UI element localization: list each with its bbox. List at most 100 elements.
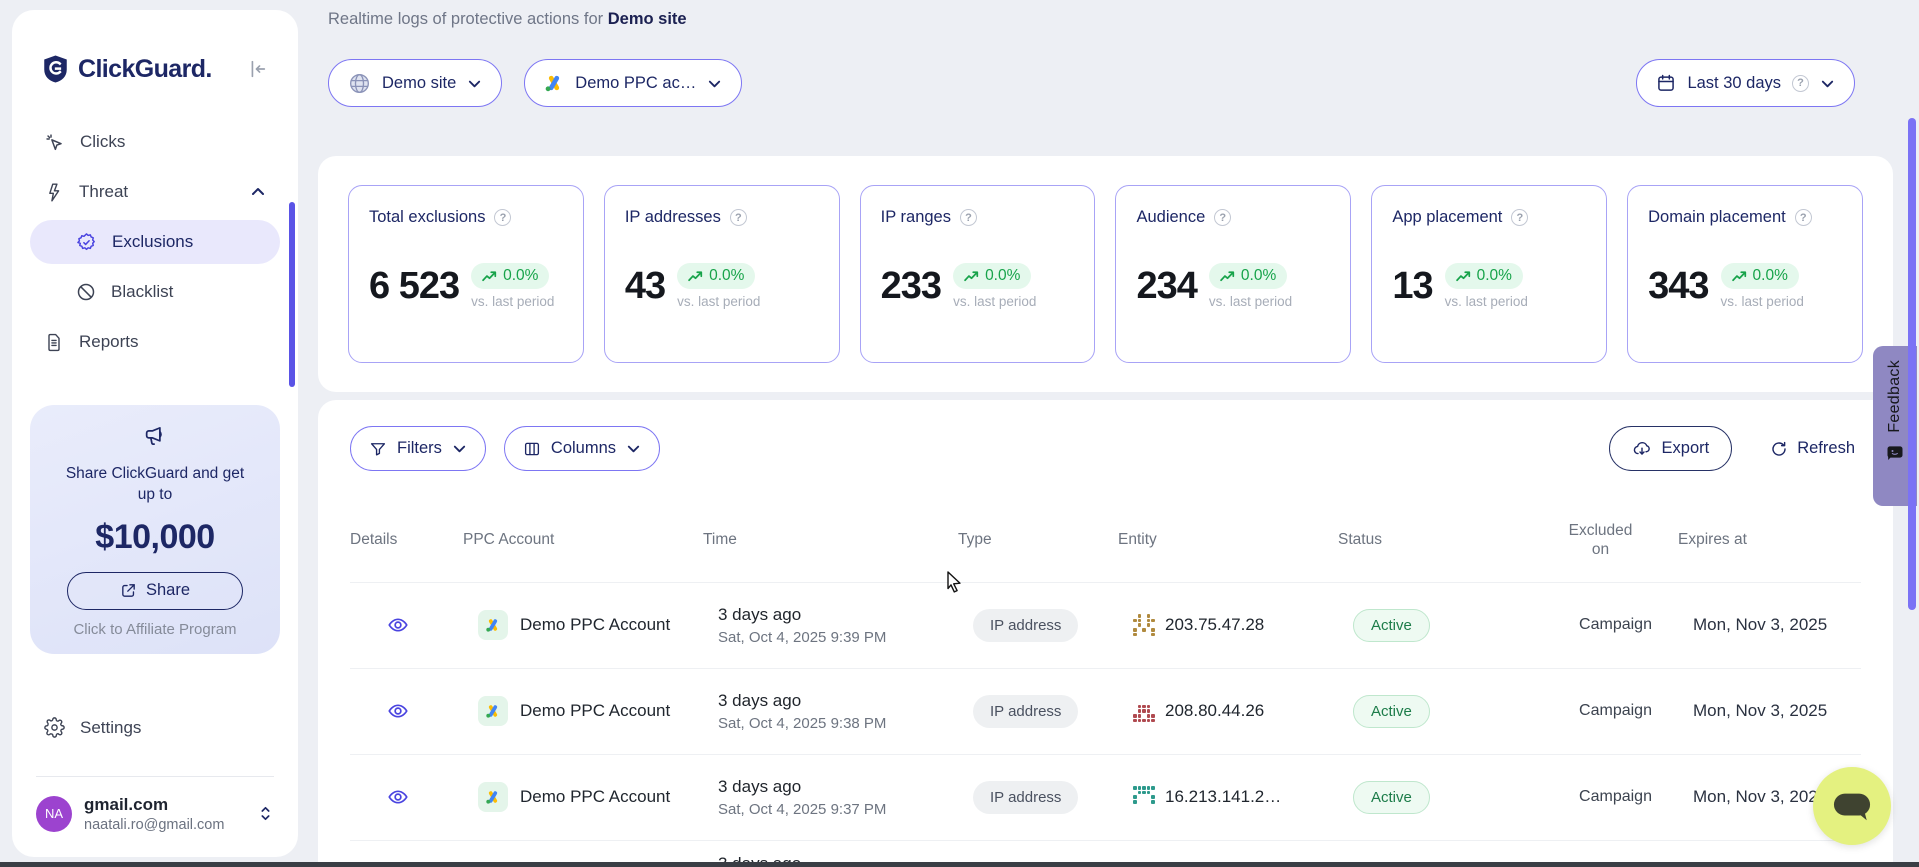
stat-caption: vs. last period	[677, 294, 760, 309]
sidebar-scrollbar-thumb[interactable]	[289, 202, 295, 387]
gear-icon	[44, 717, 65, 738]
sidebar-item-blacklist[interactable]: Blacklist	[30, 270, 280, 314]
google-ads-icon	[544, 73, 564, 93]
stat-value: 13	[1392, 265, 1432, 308]
column-header-excluded-on[interactable]: Excluded on	[1565, 521, 1637, 560]
promo-footnote[interactable]: Click to Affiliate Program	[42, 621, 268, 638]
help-circle-icon: ?	[1214, 209, 1231, 226]
entity-identicon	[1133, 614, 1155, 636]
subtitle-text: Realtime logs of protective actions for	[328, 10, 603, 28]
chat-widget-button[interactable]	[1813, 767, 1891, 845]
chevron-down-icon	[626, 441, 641, 456]
page-subtitle: Realtime logs of protective actions for …	[328, 10, 1919, 29]
stat-label: Domain placement	[1648, 208, 1786, 227]
date-range-label: Last 30 days	[1687, 74, 1781, 93]
stat-caption: vs. last period	[953, 294, 1036, 309]
column-header-type[interactable]: Type	[958, 531, 1118, 549]
row-excluded-on: Campaign	[1538, 788, 1693, 806]
stat-value: 233	[881, 265, 941, 308]
refresh-button[interactable]: Refresh	[1764, 426, 1861, 471]
chevron-down-icon	[1820, 76, 1835, 91]
sidebar-collapse-button[interactable]	[246, 58, 268, 80]
stat-caption: vs. last period	[471, 294, 554, 309]
filters-label: Filters	[397, 439, 442, 458]
row-entity: 203.75.47.28	[1165, 615, 1264, 635]
row-ppc-account: Demo PPC Account	[520, 615, 670, 635]
row-time-relative: 3 days ago	[718, 605, 973, 625]
export-label: Export	[1662, 439, 1710, 458]
row-status-badge: Active	[1353, 609, 1430, 642]
export-button[interactable]: Export	[1609, 426, 1733, 471]
share-button[interactable]: Share	[67, 572, 243, 610]
date-range-dropdown[interactable]: Last 30 days ?	[1636, 59, 1855, 107]
ban-icon	[76, 282, 96, 302]
row-details-button[interactable]	[365, 786, 409, 808]
row-entity: 16.213.141.2…	[1165, 787, 1281, 807]
trend-up-icon	[964, 271, 979, 282]
trend-up-icon	[688, 271, 703, 282]
page-scrollbar-thumb[interactable]	[1908, 118, 1916, 610]
stat-label: Total exclusions	[369, 208, 485, 227]
row-type-badge: IP address	[973, 609, 1078, 642]
row-details-button[interactable]	[365, 700, 409, 722]
chevron-up-icon	[250, 184, 266, 200]
sidebar-item-exclusions[interactable]: Exclusions	[30, 220, 280, 264]
feedback-label: Feedback	[1886, 360, 1904, 433]
stat-card-app-placement: App placement? 13 0.0% vs. last period	[1371, 185, 1607, 363]
row-ppc-account: Demo PPC Account	[520, 787, 670, 807]
chevron-down-icon	[467, 76, 482, 91]
logo: ClickGuard.	[30, 54, 280, 84]
column-header-entity[interactable]: Entity	[1118, 531, 1338, 549]
row-type-badge: IP address	[973, 695, 1078, 728]
column-header-time[interactable]: Time	[703, 531, 958, 549]
table-row: Demo PPC Account 3 days agoSat, Oct 4, 2…	[350, 669, 1861, 755]
trend-up-icon	[482, 271, 497, 282]
row-status-badge: Active	[1353, 695, 1430, 728]
table-row: Demo PPC Account 3 days agoSat, Oct 4, 2…	[350, 755, 1861, 841]
stat-caption: vs. last period	[1721, 294, 1804, 309]
account-name: gmail.com	[84, 795, 224, 815]
help-circle-icon: ?	[960, 209, 977, 226]
site-selector-label: Demo site	[382, 74, 456, 93]
table-toolbar: Filters Columns	[350, 426, 1861, 471]
avatar: NA	[36, 796, 72, 832]
sidebar-item-threat[interactable]: Threat	[30, 170, 280, 214]
stat-value: 343	[1648, 265, 1708, 308]
stat-card-domain-placement: Domain placement? 343 0.0% vs. last peri…	[1627, 185, 1863, 363]
logs-table-panel: Filters Columns	[318, 400, 1893, 867]
affiliate-promo-card: Share ClickGuard and get up to $10,000 S…	[30, 405, 280, 654]
sidebar-item-clicks[interactable]: Clicks	[30, 120, 280, 164]
sidebar-item-reports[interactable]: Reports	[30, 320, 280, 364]
ppc-account-selector-dropdown[interactable]: Demo PPC ac…	[524, 59, 742, 107]
column-header-expires-at[interactable]: Expires at	[1678, 531, 1861, 549]
collapse-sidebar-icon	[246, 58, 268, 80]
chevron-down-icon	[707, 76, 722, 91]
row-type-badge: IP address	[973, 781, 1078, 814]
sidebar-item-label: Blacklist	[111, 282, 173, 302]
badge-check-icon	[76, 232, 97, 253]
column-header-status[interactable]: Status	[1338, 531, 1523, 549]
stat-card-audience: Audience? 234 0.0% vs. last period	[1115, 185, 1351, 363]
help-circle-icon: ?	[730, 209, 747, 226]
row-excluded-on: Campaign	[1538, 702, 1693, 720]
eye-icon	[387, 786, 409, 808]
speech-bubble-icon	[1829, 787, 1875, 825]
help-circle-icon: ?	[494, 209, 511, 226]
column-header-ppc-account[interactable]: PPC Account	[463, 531, 703, 549]
column-header-details[interactable]: Details	[350, 531, 463, 549]
main-content: Realtime logs of protective actions for …	[318, 0, 1919, 867]
sidebar-item-settings[interactable]: Settings	[30, 706, 280, 750]
subtitle-site-name: Demo site	[608, 10, 687, 28]
help-circle-icon: ?	[1511, 209, 1528, 226]
stat-caption: vs. last period	[1209, 294, 1292, 309]
columns-dropdown[interactable]: Columns	[504, 426, 660, 471]
help-circle-icon: ?	[1792, 75, 1809, 92]
row-time-absolute: Sat, Oct 4, 2025 9:37 PM	[718, 801, 973, 818]
stat-value: 234	[1136, 265, 1196, 308]
row-entity: 208.80.44.26	[1165, 701, 1264, 721]
site-selector-dropdown[interactable]: Demo site	[328, 59, 502, 107]
row-details-button[interactable]	[365, 614, 409, 636]
account-switcher[interactable]: NA gmail.com naatali.ro@gmail.com	[30, 795, 280, 833]
filter-row: Demo site Demo PPC ac… Last 30 days	[318, 59, 1919, 107]
filters-dropdown[interactable]: Filters	[350, 426, 486, 471]
